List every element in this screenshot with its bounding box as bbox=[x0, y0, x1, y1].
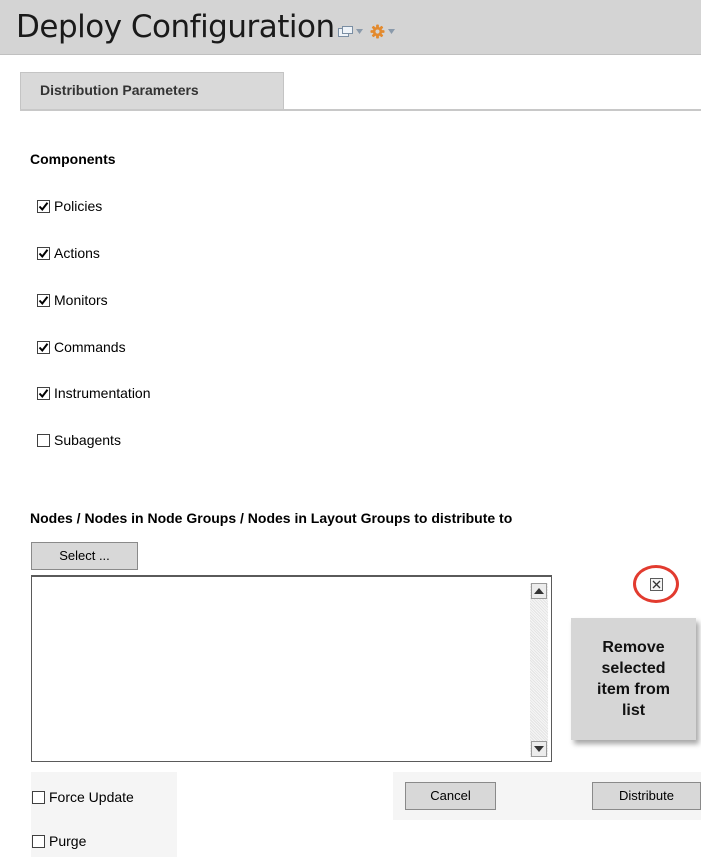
component-instrumentation-row[interactable]: Instrumentation bbox=[37, 382, 151, 404]
remove-tooltip: Remove selected item from list bbox=[571, 618, 696, 740]
component-monitors-checkbox[interactable] bbox=[37, 293, 50, 307]
scroll-up-button[interactable] bbox=[531, 583, 547, 599]
option-force-update-checkbox[interactable] bbox=[32, 790, 45, 804]
chevron-down-icon[interactable] bbox=[388, 29, 395, 34]
remove-highlight-circle bbox=[633, 565, 679, 603]
component-commands-row[interactable]: Commands bbox=[37, 336, 126, 358]
option-force-update-label: Force Update bbox=[49, 789, 134, 805]
arrow-up-icon bbox=[534, 588, 544, 594]
arrow-down-icon bbox=[534, 746, 544, 752]
nodes-heading: Nodes / Nodes in Node Groups / Nodes in … bbox=[30, 510, 513, 526]
title-bar: Deploy Configuration bbox=[0, 0, 701, 55]
component-subagents-label: Subagents bbox=[54, 432, 121, 448]
component-commands-checkbox[interactable] bbox=[37, 340, 50, 354]
component-monitors-label: Monitors bbox=[54, 292, 108, 308]
tab-divider bbox=[20, 109, 701, 111]
scroll-down-button[interactable] bbox=[531, 741, 547, 757]
title-actions bbox=[338, 24, 395, 39]
component-instrumentation-checkbox[interactable] bbox=[37, 386, 50, 400]
component-policies-label: Policies bbox=[54, 198, 103, 214]
component-actions-checkbox[interactable] bbox=[37, 246, 50, 260]
component-subagents-row[interactable]: Subagents bbox=[37, 429, 121, 451]
cancel-button[interactable]: Cancel bbox=[405, 782, 496, 810]
nodes-listbox[interactable] bbox=[31, 575, 552, 762]
component-actions-label: Actions bbox=[54, 245, 100, 261]
gear-icon[interactable] bbox=[370, 24, 385, 39]
component-commands-label: Commands bbox=[54, 339, 126, 355]
component-monitors-row[interactable]: Monitors bbox=[37, 289, 108, 311]
option-purge-checkbox[interactable] bbox=[32, 834, 45, 848]
close-icon bbox=[652, 580, 660, 588]
select-button[interactable]: Select ... bbox=[31, 542, 138, 570]
window-icon[interactable] bbox=[338, 26, 353, 37]
component-subagents-checkbox[interactable] bbox=[37, 433, 50, 447]
page-title: Deploy Configuration bbox=[16, 9, 335, 45]
tab-strip: Distribution Parameters bbox=[20, 72, 701, 112]
distribute-button[interactable]: Distribute bbox=[592, 782, 701, 810]
component-policies-row[interactable]: Policies bbox=[37, 195, 102, 217]
component-instrumentation-label: Instrumentation bbox=[54, 385, 151, 401]
option-purge-row[interactable]: Purge bbox=[32, 830, 86, 852]
chevron-down-icon[interactable] bbox=[356, 29, 363, 34]
remove-icon[interactable] bbox=[649, 577, 663, 591]
option-force-update-row[interactable]: Force Update bbox=[32, 786, 134, 808]
component-actions-row[interactable]: Actions bbox=[37, 242, 100, 264]
component-policies-checkbox[interactable] bbox=[37, 199, 50, 213]
tab-distribution-parameters[interactable]: Distribution Parameters bbox=[20, 72, 284, 109]
option-purge-label: Purge bbox=[49, 833, 87, 849]
components-heading: Components bbox=[30, 151, 116, 167]
scrollbar[interactable] bbox=[530, 583, 548, 757]
